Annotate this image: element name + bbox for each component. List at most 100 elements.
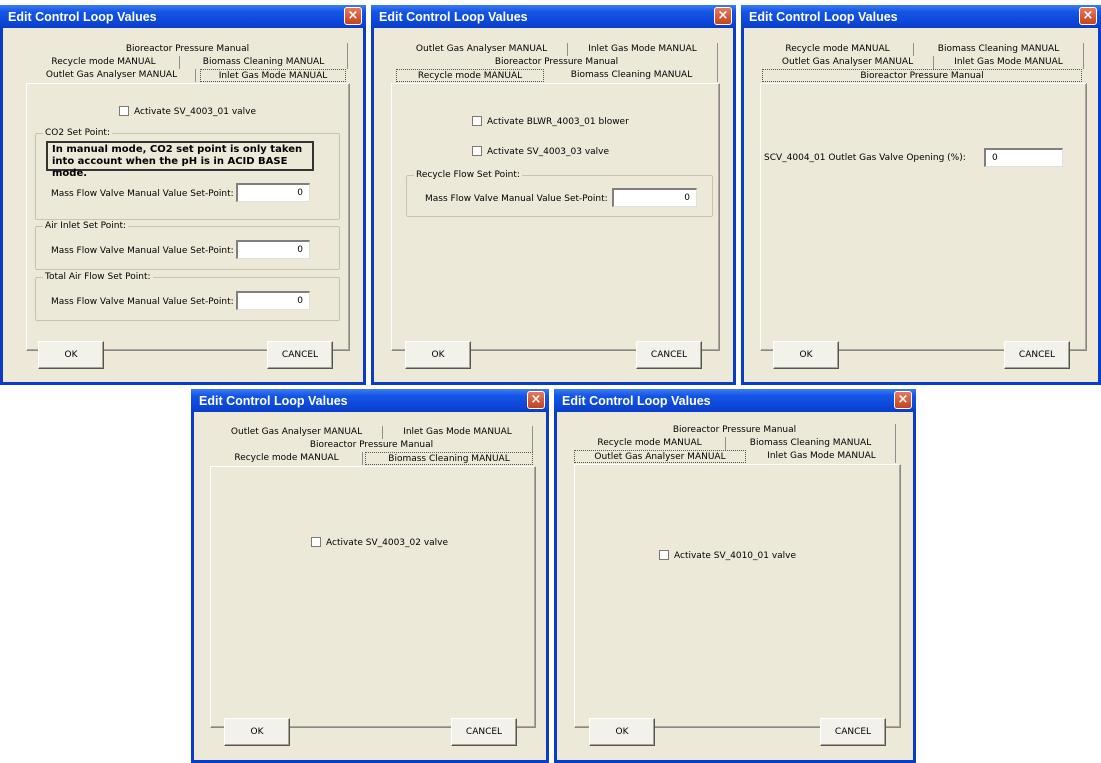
window-title: Edit Control Loop Values	[8, 10, 157, 24]
tab-row: Outlet Gas Analyser MANUAL Inlet Gas Mod…	[211, 426, 533, 439]
co2-setpoint-group: CO2 Set Point: In manual mode, CO2 set p…	[35, 128, 340, 220]
tab-bioreactor-pressure[interactable]: Bioreactor Pressure Manual	[762, 69, 1082, 82]
tab-bioreactor-pressure[interactable]: Bioreactor Pressure Manual	[211, 439, 533, 452]
checkbox-box[interactable]	[472, 116, 482, 126]
tab-row: Bioreactor Pressure Manual	[211, 439, 533, 452]
tab-row: Bioreactor Pressure Manual	[396, 56, 718, 69]
checkbox-box[interactable]	[311, 537, 321, 547]
dialog-client: Recycle mode MANUAL Biomass Cleaning MAN…	[744, 28, 1098, 382]
ok-button[interactable]: OK	[405, 341, 471, 369]
checkbox-box[interactable]	[472, 146, 482, 156]
checkbox-label: Activate SV_4003_03 valve	[487, 147, 610, 157]
tab-inlet-gas-mode[interactable]: Inlet Gas Mode MANUAL	[568, 43, 718, 56]
sv-4010-01-checkbox[interactable]: Activate SV_4010_01 valve	[659, 550, 796, 561]
ok-button[interactable]: OK	[773, 341, 839, 369]
field-label: Mass Flow Valve Manual Value Set-Point:	[51, 189, 234, 199]
close-button[interactable]: ×	[527, 391, 545, 409]
checkbox-label: Activate SV_4003_01 valve	[134, 107, 257, 117]
window-title: Edit Control Loop Values	[562, 394, 711, 408]
tab-recycle-mode[interactable]: Recycle mode MANUAL	[211, 452, 363, 465]
tab-row: Bioreactor Pressure Manual	[574, 424, 896, 437]
tab-row: Recycle mode MANUAL Biomass Cleaning MAN…	[211, 452, 533, 465]
group-title: Recycle Flow Set Point:	[414, 170, 522, 180]
cancel-button[interactable]: CANCEL	[1004, 341, 1070, 369]
tab-recycle-mode[interactable]: Recycle mode MANUAL	[762, 43, 914, 56]
dialog-inlet-gas-mode: Edit Control Loop Values × Bioreactor Pr…	[0, 5, 366, 385]
group-title: CO2 Set Point:	[43, 128, 112, 138]
cancel-button[interactable]: CANCEL	[636, 341, 702, 369]
checkbox-label: Activate SV_4010_01 valve	[674, 551, 797, 561]
cancel-button[interactable]: CANCEL	[451, 718, 517, 746]
window-title: Edit Control Loop Values	[199, 394, 348, 408]
air-inlet-group: Air Inlet Set Point: Mass Flow Valve Man…	[35, 221, 340, 270]
dialog-client: Outlet Gas Analyser MANUAL Inlet Gas Mod…	[374, 28, 733, 382]
tab-outlet-gas-analyser[interactable]: Outlet Gas Analyser MANUAL	[211, 426, 383, 439]
co2-setpoint-input[interactable]: 0	[236, 183, 310, 202]
tab-row: Bioreactor Pressure Manual	[762, 69, 1084, 82]
field-label: Mass Flow Valve Manual Value Set-Point:	[425, 194, 608, 204]
cancel-button[interactable]: CANCEL	[267, 341, 333, 369]
ok-button[interactable]: OK	[224, 718, 290, 746]
ok-button[interactable]: OK	[38, 341, 104, 369]
blwr-4003-01-checkbox[interactable]: Activate BLWR_4003_01 blower	[472, 116, 629, 127]
close-button[interactable]: ×	[1079, 7, 1097, 25]
recycle-flow-input[interactable]: 0	[612, 188, 697, 207]
tab-panel: Activate BLWR_4003_01 blower Activate SV…	[391, 83, 720, 351]
tab-inlet-gas-mode[interactable]: Inlet Gas Mode MANUAL	[934, 56, 1084, 69]
tab-biomass-cleaning[interactable]: Biomass Cleaning MANUAL	[546, 69, 718, 82]
sv-4003-01-checkbox[interactable]: Activate SV_4003_01 valve	[119, 106, 256, 117]
co2-note: In manual mode, CO2 set point is only ta…	[46, 141, 314, 179]
outlet-gas-valve-opening-input[interactable]: 0	[984, 148, 1063, 167]
tab-outlet-gas-analyser[interactable]: Outlet Gas Analyser MANUAL	[762, 56, 934, 69]
group-title: Total Air Flow Set Point:	[43, 272, 153, 282]
tab-recycle-mode[interactable]: Recycle mode MANUAL	[28, 56, 180, 69]
tab-outlet-gas-analyser[interactable]: Outlet Gas Analyser MANUAL	[28, 69, 196, 82]
checkbox-box[interactable]	[119, 106, 129, 116]
close-button[interactable]: ×	[714, 7, 732, 25]
tab-bioreactor-pressure[interactable]: Bioreactor Pressure Manual	[574, 424, 896, 437]
tab-row: Outlet Gas Analyser MANUAL Inlet Gas Mod…	[396, 43, 718, 56]
tab-panel: Activate SV_4003_01 valve CO2 Set Point:…	[26, 83, 350, 351]
ok-button[interactable]: OK	[589, 718, 655, 746]
window-title: Edit Control Loop Values	[379, 10, 528, 24]
sv-4003-03-checkbox[interactable]: Activate SV_4003_03 valve	[472, 146, 609, 157]
tab-inlet-gas-mode[interactable]: Inlet Gas Mode MANUAL	[200, 69, 346, 82]
title-bar[interactable]: Edit Control Loop Values ×	[554, 389, 916, 412]
tab-recycle-mode[interactable]: Recycle mode MANUAL	[396, 69, 544, 82]
tab-biomass-cleaning[interactable]: Biomass Cleaning MANUAL	[365, 452, 533, 465]
total-air-flow-input[interactable]: 0	[236, 291, 310, 310]
tab-outlet-gas-analyser[interactable]: Outlet Gas Analyser MANUAL	[574, 450, 746, 463]
group-title: Air Inlet Set Point:	[43, 221, 129, 231]
title-bar[interactable]: Edit Control Loop Values ×	[0, 5, 366, 28]
tab-row: Recycle mode MANUAL Biomass Cleaning MAN…	[28, 56, 348, 69]
tab-panel: Activate SV_4010_01 valve	[574, 464, 901, 728]
tab-biomass-cleaning[interactable]: Biomass Cleaning MANUAL	[180, 56, 348, 69]
tab-inlet-gas-mode[interactable]: Inlet Gas Mode MANUAL	[383, 426, 533, 439]
cancel-button[interactable]: CANCEL	[820, 718, 886, 746]
tab-biomass-cleaning[interactable]: Biomass Cleaning MANUAL	[726, 437, 896, 450]
sv-4003-02-checkbox[interactable]: Activate SV_4003_02 valve	[311, 537, 448, 548]
tab-biomass-cleaning[interactable]: Biomass Cleaning MANUAL	[914, 43, 1084, 56]
title-bar[interactable]: Edit Control Loop Values ×	[741, 5, 1101, 28]
tab-bioreactor-pressure[interactable]: Bioreactor Pressure Manual	[28, 43, 348, 56]
field-label: SCV_4004_01 Outlet Gas Valve Opening (%)…	[764, 153, 966, 163]
close-button[interactable]: ×	[344, 7, 362, 25]
total-air-flow-group: Total Air Flow Set Point: Mass Flow Valv…	[35, 272, 340, 321]
checkbox-label: Activate BLWR_4003_01 blower	[487, 117, 629, 127]
close-button[interactable]: ×	[894, 391, 912, 409]
tab-outlet-gas-analyser[interactable]: Outlet Gas Analyser MANUAL	[396, 43, 568, 56]
tab-row: Recycle mode MANUAL Biomass Cleaning MAN…	[762, 43, 1084, 56]
dialog-client: Outlet Gas Analyser MANUAL Inlet Gas Mod…	[194, 412, 546, 760]
tab-row: Recycle mode MANUAL Biomass Cleaning MAN…	[396, 69, 718, 82]
title-bar[interactable]: Edit Control Loop Values ×	[191, 389, 549, 412]
tab-bioreactor-pressure[interactable]: Bioreactor Pressure Manual	[396, 56, 718, 69]
tab-recycle-mode[interactable]: Recycle mode MANUAL	[574, 437, 726, 450]
dialog-client: Bioreactor Pressure Manual Recycle mode …	[557, 412, 913, 760]
checkbox-box[interactable]	[659, 550, 669, 560]
tab-panel: Activate SV_4003_02 valve	[210, 466, 536, 728]
tab-inlet-gas-mode[interactable]: Inlet Gas Mode MANUAL	[748, 450, 896, 463]
dialog-biomass-cleaning: Edit Control Loop Values × Outlet Gas An…	[191, 389, 549, 763]
title-bar[interactable]: Edit Control Loop Values ×	[371, 5, 736, 28]
air-inlet-input[interactable]: 0	[236, 240, 310, 259]
tab-row: Bioreactor Pressure Manual	[28, 43, 348, 56]
